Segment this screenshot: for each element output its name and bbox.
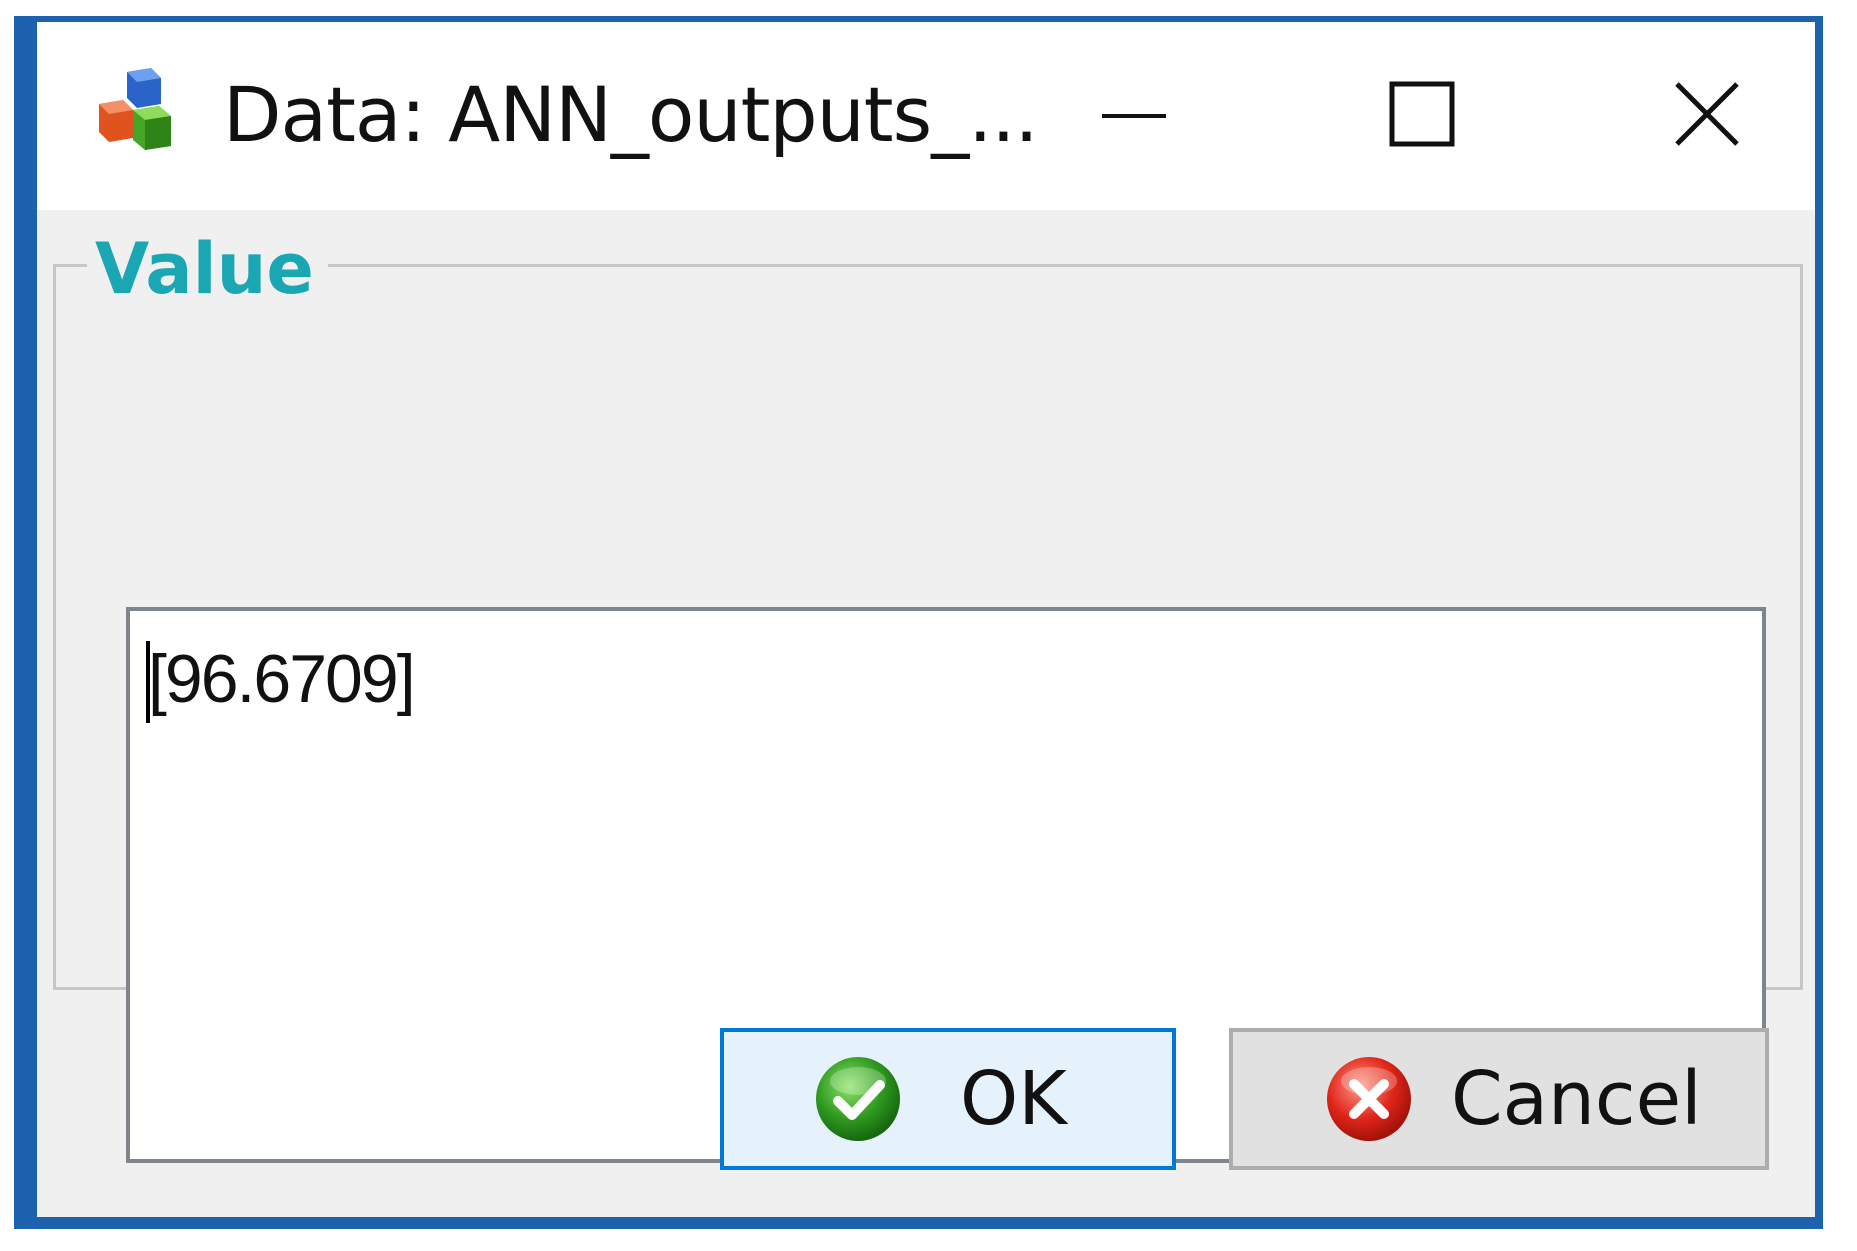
title-bar[interactable]: Data: ANN_outputs_... bbox=[37, 22, 1815, 210]
value-groupbox: [96.6709] bbox=[53, 264, 1803, 1163]
minimize-button[interactable] bbox=[1069, 44, 1199, 184]
data-value-dialog: Data: ANN_outputs_... [96.6709] Value OK… bbox=[37, 22, 1815, 1217]
close-icon bbox=[1675, 82, 1739, 146]
maximize-button[interactable] bbox=[1357, 44, 1487, 184]
cancel-button[interactable]: Cancel bbox=[1229, 1028, 1769, 1170]
desktop-background-left bbox=[14, 18, 37, 1225]
value-group-label: Value bbox=[87, 224, 328, 314]
close-button[interactable] bbox=[1642, 44, 1772, 184]
maximize-icon bbox=[1389, 81, 1455, 147]
desktop-background-right bbox=[1815, 16, 1823, 1229]
cancel-circle-icon bbox=[1327, 1057, 1411, 1141]
desktop-background-bottom bbox=[14, 1217, 1822, 1229]
minimize-icon bbox=[1102, 114, 1166, 118]
window-title: Data: ANN_outputs_... bbox=[223, 70, 1039, 159]
ok-button[interactable]: OK bbox=[720, 1028, 1176, 1170]
cancel-button-label: Cancel bbox=[1451, 1056, 1702, 1142]
ok-button-label: OK bbox=[960, 1056, 1067, 1142]
check-circle-icon bbox=[816, 1057, 900, 1141]
value-text: [96.6709] bbox=[148, 641, 416, 717]
data-cubes-icon bbox=[99, 68, 171, 150]
